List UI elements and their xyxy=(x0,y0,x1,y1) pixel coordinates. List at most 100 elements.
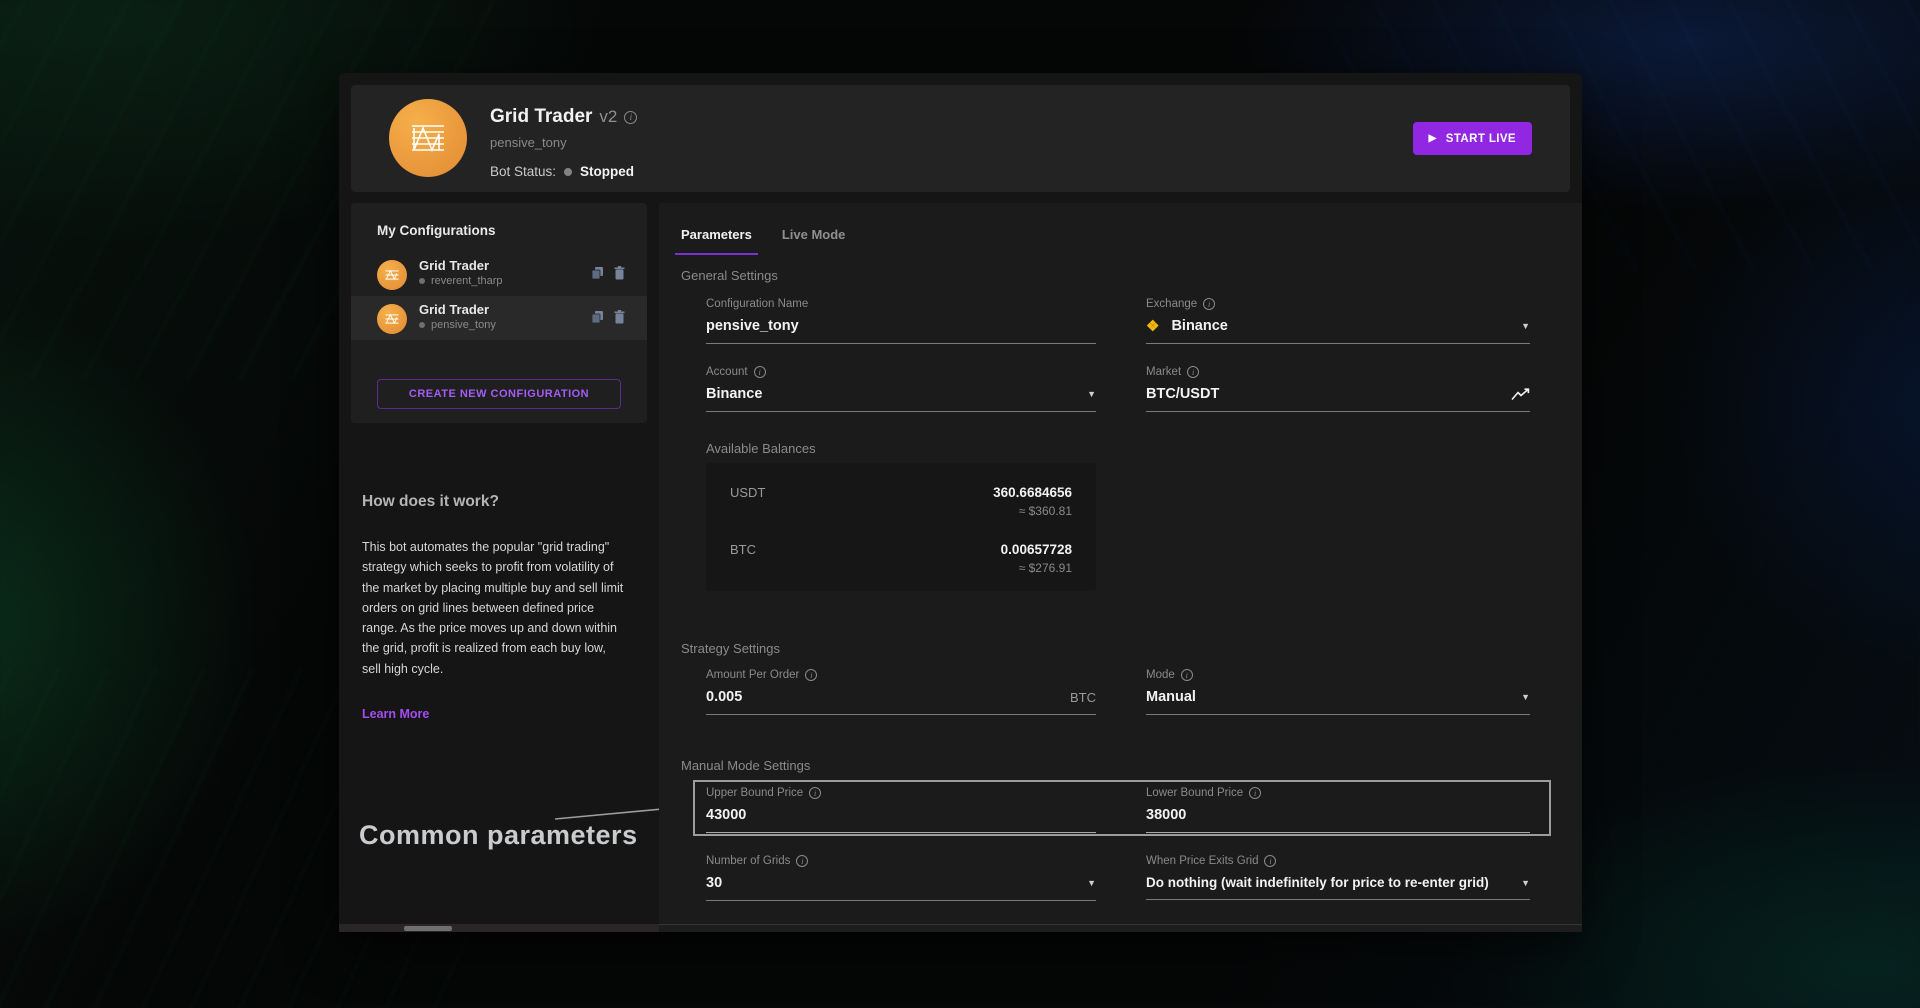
section-manual-mode-settings: Manual Mode Settings xyxy=(681,758,810,773)
app-version: v2 xyxy=(599,107,617,127)
grid-chart-icon xyxy=(406,116,450,160)
asset-amount: 360.6684656 xyxy=(993,485,1072,500)
field-label: Number of Grids xyxy=(706,855,790,867)
field-label: Exchange xyxy=(1146,298,1197,310)
configurations-panel: My Configurations Grid Trader reverent_t… xyxy=(351,203,647,423)
field-label: Configuration Name xyxy=(706,298,808,310)
info-icon[interactable]: i xyxy=(754,366,766,378)
configuration-name-field: Configuration Name pensive_tony xyxy=(706,298,1096,344)
config-item-pensive-tony[interactable]: Grid Trader pensive_tony xyxy=(351,296,647,340)
field-label: Upper Bound Price xyxy=(706,787,803,799)
tab-bar: Parameters Live Mode xyxy=(681,227,845,255)
info-icon[interactable]: i xyxy=(805,669,817,681)
info-icon[interactable]: i xyxy=(809,787,821,799)
field-label: Lower Bound Price xyxy=(1146,787,1243,799)
balance-row-btc: BTC 0.00657728 ≈ $276.91 xyxy=(730,542,1072,575)
account-field: Account i Binance ▼ xyxy=(706,366,1096,412)
field-label: Amount Per Order xyxy=(706,669,799,681)
chevron-down-icon: ▼ xyxy=(1521,321,1530,331)
field-label: Account xyxy=(706,366,748,378)
upper-bound-price-field: Upper Bound Price i 43000 xyxy=(706,787,1096,833)
info-icon[interactable]: i xyxy=(1249,787,1261,799)
status-dot-icon xyxy=(419,322,425,328)
bot-status-label: Bot Status: xyxy=(490,164,556,179)
field-label: When Price Exits Grid xyxy=(1146,855,1258,867)
copy-icon[interactable] xyxy=(591,266,604,280)
how-it-works-title: How does it work? xyxy=(362,493,624,511)
config-instance: pensive_tony xyxy=(431,319,496,331)
config-avatar xyxy=(377,260,407,290)
info-icon[interactable]: i xyxy=(1187,366,1199,378)
lower-bound-price-field: Lower Bound Price i 38000 xyxy=(1146,787,1530,833)
binance-icon: ❖ xyxy=(1146,319,1159,334)
upper-bound-price-input[interactable]: 43000 xyxy=(706,807,1096,833)
chevron-down-icon: ▼ xyxy=(1521,878,1530,888)
exchange-select[interactable]: ❖ Binance ▼ xyxy=(1146,318,1530,344)
when-price-exits-grid-field: When Price Exits Grid i Do nothing (wait … xyxy=(1146,855,1530,900)
app-window: Grid Trader v2 i pensive_tony Bot Status… xyxy=(339,73,1582,932)
info-icon[interactable]: i xyxy=(1181,669,1193,681)
window-bottom-edge xyxy=(659,924,1582,932)
chevron-down-icon: ▼ xyxy=(1087,878,1096,888)
configuration-name-input[interactable]: pensive_tony xyxy=(706,318,1096,344)
chevron-down-icon: ▼ xyxy=(1087,389,1096,399)
annotation-common-parameters: Common parameters xyxy=(359,820,638,851)
info-icon[interactable]: i xyxy=(1264,855,1276,867)
bot-status-value: Stopped xyxy=(580,164,634,179)
create-new-configuration-button[interactable]: CREATE NEW CONFIGURATION xyxy=(377,379,621,409)
asset-fiat: ≈ $276.91 xyxy=(1001,561,1072,575)
unit-suffix: BTC xyxy=(1070,690,1096,705)
account-select[interactable]: Binance ▼ xyxy=(706,386,1096,412)
tab-parameters[interactable]: Parameters xyxy=(681,227,752,255)
balance-row-usdt: USDT 360.6684656 ≈ $360.81 xyxy=(730,485,1072,518)
when-price-exits-grid-select[interactable]: Do nothing (wait indefinitely for price … xyxy=(1146,875,1530,900)
trending-chart-icon[interactable] xyxy=(1511,388,1530,401)
how-it-works-body: This bot automates the popular "grid tra… xyxy=(362,537,624,679)
trash-icon[interactable] xyxy=(614,266,625,280)
section-strategy-settings: Strategy Settings xyxy=(681,641,780,656)
asset-name: BTC xyxy=(730,542,756,575)
sidebar-scrollbar-track[interactable] xyxy=(339,924,659,932)
info-icon[interactable]: i xyxy=(624,111,637,124)
config-avatar xyxy=(377,304,407,334)
status-dot-icon xyxy=(419,278,425,284)
configurations-title: My Configurations xyxy=(351,203,647,238)
field-label: Market xyxy=(1146,366,1181,378)
how-it-works-section: How does it work? This bot automates the… xyxy=(362,493,624,723)
tab-live-mode[interactable]: Live Mode xyxy=(782,227,846,255)
field-label: Mode xyxy=(1146,669,1175,681)
number-of-grids-field: Number of Grids i 30 ▼ xyxy=(706,855,1096,901)
number-of-grids-select[interactable]: 30 ▼ xyxy=(706,875,1096,901)
config-item-reverent-tharp[interactable]: Grid Trader reverent_tharp xyxy=(351,252,647,296)
lower-bound-price-input[interactable]: 38000 xyxy=(1146,807,1530,833)
balances-title: Available Balances xyxy=(706,441,816,456)
trash-icon[interactable] xyxy=(614,310,625,324)
amount-per-order-field: Amount Per Order i 0.005 BTC xyxy=(706,669,1096,715)
market-field: Marketi BTC/USDT xyxy=(1146,366,1530,412)
header: Grid Trader v2 i pensive_tony Bot Status… xyxy=(351,85,1570,192)
info-icon[interactable]: i xyxy=(1203,298,1215,310)
section-general-settings: General Settings xyxy=(681,268,778,283)
mode-field: Modei Manual ▼ xyxy=(1146,669,1530,715)
learn-more-link[interactable]: Learn More xyxy=(362,707,429,721)
scrollbar-thumb[interactable] xyxy=(404,926,452,931)
info-icon[interactable]: i xyxy=(796,855,808,867)
asset-fiat: ≈ $360.81 xyxy=(993,504,1072,518)
main-panel: Parameters Live Mode General Settings Co… xyxy=(659,203,1582,924)
app-title: Grid Trader xyxy=(490,106,592,128)
available-balances: USDT 360.6684656 ≈ $360.81 BTC 0.0065772… xyxy=(706,463,1096,591)
active-config-name: pensive_tony xyxy=(490,135,637,150)
config-instance: reverent_tharp xyxy=(431,275,503,287)
copy-icon[interactable] xyxy=(591,310,604,324)
play-icon: ▶ xyxy=(1429,134,1437,144)
start-live-button[interactable]: ▶ START LIVE xyxy=(1413,122,1532,155)
amount-per-order-input[interactable]: 0.005 BTC xyxy=(706,689,1096,715)
chevron-down-icon: ▼ xyxy=(1521,692,1530,702)
market-select[interactable]: BTC/USDT xyxy=(1146,386,1530,412)
mode-select[interactable]: Manual ▼ xyxy=(1146,689,1530,715)
asset-amount: 0.00657728 xyxy=(1001,542,1072,557)
exchange-field: Exchange i ❖ Binance ▼ xyxy=(1146,298,1530,344)
bot-avatar xyxy=(389,99,467,177)
asset-name: USDT xyxy=(730,485,765,518)
status-dot-icon xyxy=(564,168,572,176)
